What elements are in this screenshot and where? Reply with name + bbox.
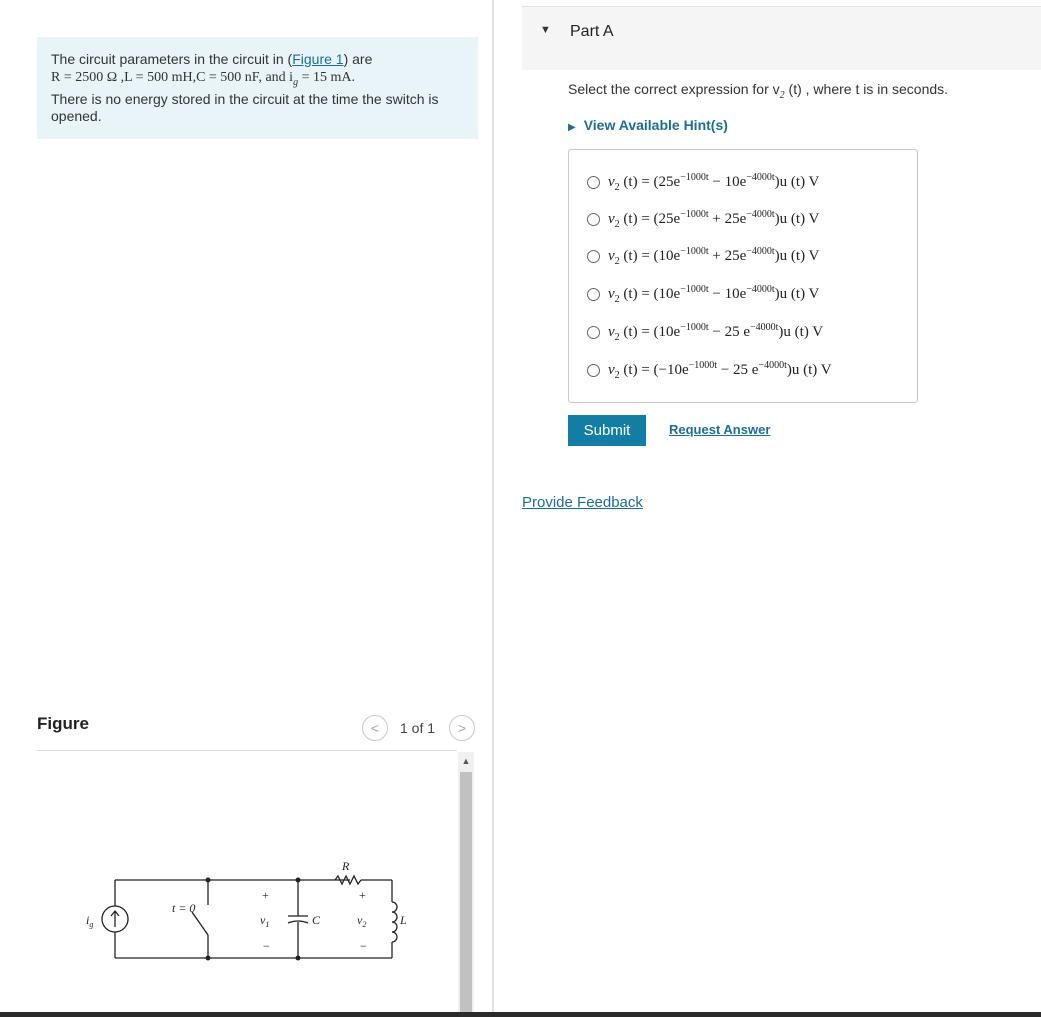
page-indicator: 1 of 1 (400, 720, 436, 736)
pane-divider (492, 0, 494, 1017)
source-label: ig (86, 913, 93, 929)
problem-energy-note: There is no energy stored in the circuit… (51, 90, 439, 124)
chevron-left-icon: < (370, 720, 380, 736)
option-expression: v2 (t) = (10e−1000t + 25e−4000t)u (t) V (608, 245, 820, 267)
radio-button[interactable] (587, 212, 600, 226)
request-answer-link[interactable]: Request Answer (669, 422, 770, 437)
figure-title: Figure (37, 714, 89, 733)
v1-plus: + (262, 888, 269, 902)
switch-label: t = 0 (172, 901, 195, 915)
figure-link[interactable]: Figure 1 (292, 51, 343, 67)
option-expression: v2 (t) = (10e−1000t − 10e−4000t)u (t) V (608, 283, 820, 305)
answer-option-2[interactable]: v2 (t) = (25e−1000t + 25e−4000t)u (t) V (587, 207, 819, 231)
scrollbar-thumb[interactable] (460, 772, 472, 1017)
option-expression: v2 (t) = (−10e−1000t − 25 e−4000t)u (t) … (608, 359, 832, 381)
answer-option-4[interactable]: v2 (t) = (10e−1000t − 10e−4000t)u (t) V (587, 282, 819, 306)
answer-option-1[interactable]: v2 (t) = (25e−1000t − 10e−4000t)u (t) V (587, 170, 819, 194)
radio-button[interactable] (587, 287, 600, 301)
submit-button[interactable]: Submit (568, 415, 646, 446)
answer-option-5[interactable]: v2 (t) = (10e−1000t − 25 e−4000t)u (t) V (587, 320, 823, 344)
next-figure-button[interactable]: > (449, 715, 475, 741)
view-hints-link[interactable]: ▶ View Available Hint(s) (568, 117, 728, 133)
v1-label: v1 (260, 913, 269, 929)
question-text: Select the correct expression for v2 (t)… (568, 81, 949, 101)
radio-button[interactable] (587, 175, 600, 189)
problem-line-1: The circuit parameters in the circuit in… (51, 51, 373, 67)
problem-statement: The circuit parameters in the circuit in… (37, 37, 478, 139)
answer-options: v2 (t) = (25e−1000t − 10e−4000t)u (t) V … (568, 149, 918, 403)
v1-minus: − (263, 939, 270, 953)
option-expression: v2 (t) = (25e−1000t − 10e−4000t)u (t) V (608, 171, 820, 193)
figure-divider (37, 750, 457, 751)
part-a-title: Part A (570, 23, 614, 40)
problem-params: R = 2500 Ω ,L = 500 mH,C = 500 nF, and i… (51, 70, 355, 88)
circuit-diagram: ig t = 0 + v1 − C R + v2 − L (86, 859, 407, 961)
chevron-right-icon: > (457, 720, 467, 736)
scroll-up-arrow-icon[interactable]: ▲ (458, 752, 474, 770)
capacitor-label: C (312, 913, 321, 927)
prev-figure-button[interactable]: < (362, 715, 388, 741)
caret-right-icon: ▶ (568, 122, 576, 133)
v2-label: v2 (357, 913, 366, 929)
resistor-label: R (341, 859, 350, 873)
answer-option-3[interactable]: v2 (t) = (10e−1000t + 25e−4000t)u (t) V (587, 244, 819, 268)
v2-plus: + (359, 888, 366, 902)
collapse-caret-icon[interactable]: ▼ (540, 24, 551, 36)
answer-option-6[interactable]: v2 (t) = (−10e−1000t − 25 e−4000t)u (t) … (587, 358, 832, 382)
bottom-bar (0, 1012, 1041, 1017)
radio-button[interactable] (587, 325, 600, 339)
inductor-label: L (399, 913, 407, 927)
option-expression: v2 (t) = (10e−1000t − 25 e−4000t)u (t) V (608, 321, 824, 343)
radio-button[interactable] (587, 363, 600, 377)
radio-button[interactable] (587, 249, 600, 263)
option-expression: v2 (t) = (25e−1000t + 25e−4000t)u (t) V (608, 208, 820, 230)
provide-feedback-link[interactable]: Provide Feedback (522, 494, 643, 511)
v2-minus: − (360, 939, 367, 953)
